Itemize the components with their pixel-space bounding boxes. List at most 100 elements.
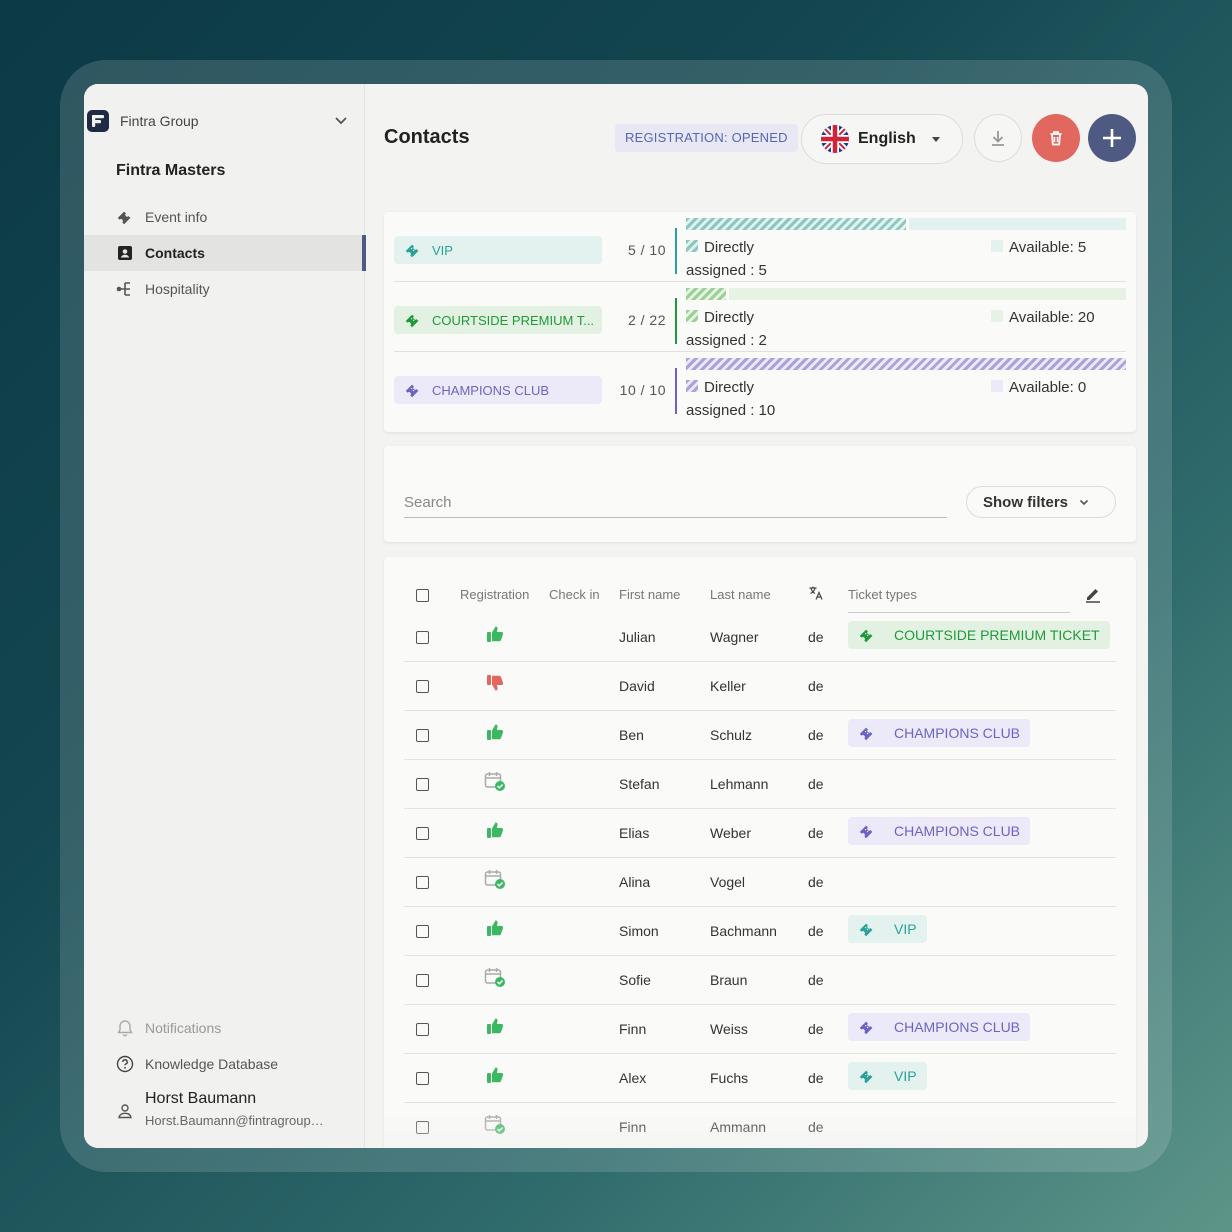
ticket-type-label: CHAMPIONS CLUB [894,725,1021,741]
ticket-type-pill[interactable]: VIP [394,236,602,264]
trash-icon [1050,131,1062,146]
cell-last-name: Braun [710,972,748,988]
sidebar-item-label: Notifications [145,1020,222,1036]
main-content: Contacts REGISTRATION: OPENED English VI… [366,84,1148,1148]
row-checkbox[interactable] [416,1023,429,1036]
legend-directly-assigned: Directly assigned : 2 [686,306,846,352]
column-header-checkin[interactable]: Check in [549,587,600,602]
table-row[interactable]: Finn Ammann de [404,1103,1116,1148]
ticket-progress-assigned [686,358,1126,370]
legend-swatch [991,310,1003,322]
ticket-allocation-card: VIP 5 / 10 Directly assigned : 5 Available: … [384,212,1136,432]
legend-available: Available: 0 [991,376,1086,399]
legend-available: Available: 5 [991,236,1086,259]
ticket-divider [675,368,677,414]
cell-language: de [808,1070,824,1086]
search-input[interactable] [404,488,947,518]
row-checkbox[interactable] [416,631,429,644]
legend-swatch [686,310,698,322]
legend-available-label: Available: 0 [1009,379,1087,396]
chevron-down-icon[interactable] [333,112,349,128]
bell-icon [116,1019,134,1037]
legend-available: Available: 20 [991,306,1095,329]
row-checkbox[interactable] [416,1121,429,1134]
ticket-type-pill[interactable]: CHAMPIONS CLUB [394,376,602,404]
ticket-type-name: COURTSIDE PREMIUM T... [432,312,595,328]
ticket-type-badge[interactable]: CHAMPIONS CLUB [848,817,1031,845]
legend-available-label: Available: 20 [1009,309,1095,326]
cell-last-name: Keller [710,678,746,694]
ticket-type-badge[interactable]: CHAMPIONS CLUB [848,1013,1031,1041]
ticket-type-pill[interactable]: COURTSIDE PREMIUM T... [394,306,602,334]
row-checkbox[interactable] [416,1072,429,1085]
row-checkbox[interactable] [416,974,429,987]
ticket-type-badge[interactable]: VIP [848,1062,927,1090]
sidebar-item-contacts[interactable]: Contacts [84,235,366,271]
sidebar-item-event-info[interactable]: Event info [84,199,365,235]
app-window: Fintra Group Fintra Masters Event info C… [84,84,1148,1148]
table-row[interactable]: Julian Wagner de COURTSIDE PREMIUM TICKET [404,613,1116,662]
legend-assigned-label: assigned : 2 [686,332,767,349]
show-filters-button[interactable]: Show filters [966,486,1116,518]
sidebar-item-label: Knowledge Database [145,1056,279,1072]
ticket-type-badge[interactable]: CHAMPIONS CLUB [848,719,1031,747]
row-checkbox[interactable] [416,925,429,938]
add-contact-button[interactable] [1088,114,1136,162]
table-row[interactable]: Sofie Braun de [404,956,1116,1005]
sidebar-item-label: Contacts [145,245,205,261]
language-selector[interactable]: English [801,114,963,164]
column-header-ticket-types[interactable]: Ticket types [848,587,917,602]
cell-first-name: Julian [619,629,656,645]
ticket-type-label: CHAMPIONS CLUB [894,823,1021,839]
delete-button[interactable] [1032,114,1080,162]
contact-card-icon [116,244,134,262]
cell-first-name: Alex [619,1070,647,1086]
translate-icon[interactable] [808,585,824,601]
table-row[interactable]: David Keller de [404,662,1116,711]
ticket-count: 10 / 10 [619,382,666,398]
org-switcher[interactable]: Fintra Group [84,108,365,134]
ticket-type-row: CHAMPIONS CLUB 10 / 10 Directly assigned : … [394,352,1126,422]
row-checkbox[interactable] [416,729,429,742]
table-row[interactable]: Ben Schulz de CHAMPIONS CLUB [404,711,1116,760]
row-checkbox[interactable] [416,827,429,840]
ticket-type-name: CHAMPIONS CLUB [432,382,550,398]
row-checkbox[interactable] [416,680,429,693]
ticket-type-row: VIP 5 / 10 Directly assigned : 5 Available: … [394,212,1126,282]
sidebar-item-notifications[interactable]: Notifications [84,1010,365,1046]
ticket-icon [859,1070,873,1084]
ticket-icon [859,825,873,839]
column-header-first-name[interactable]: First name [619,587,680,602]
sidebar-item-knowledge-database[interactable]: Knowledge Database [84,1046,365,1082]
pencil-icon[interactable] [1084,585,1102,603]
ticket-type-label: VIP [894,921,917,937]
legend-directly-label: Directly [704,309,755,326]
fintra-logo-icon [87,110,109,132]
hierarchy-icon [116,280,134,298]
table-row[interactable]: Elias Weber de CHAMPIONS CLUB [404,809,1116,858]
cell-last-name: Lehmann [710,776,769,792]
cell-first-name: Finn [619,1021,647,1037]
ticket-type-badge[interactable]: COURTSIDE PREMIUM TICKET [848,621,1110,649]
row-checkbox[interactable] [416,778,429,791]
ticket-icon [405,384,419,398]
calendar-check-icon [484,1115,505,1134]
table-row[interactable]: Finn Weiss de CHAMPIONS CLUB [404,1005,1116,1054]
select-all-checkbox[interactable] [416,589,429,602]
column-header-registration[interactable]: Registration [460,587,529,602]
table-row[interactable]: Simon Bachmann de VIP [404,907,1116,956]
row-checkbox[interactable] [416,876,429,889]
thumbs-up-icon [487,822,504,838]
table-row[interactable]: Alina Vogel de [404,858,1116,907]
sidebar-item-hospitality[interactable]: Hospitality [84,271,365,307]
download-button[interactable] [974,114,1022,162]
ticket-type-badge[interactable]: VIP [848,915,927,943]
cell-language: de [808,1021,824,1037]
table-row[interactable]: Alex Fuchs de VIP [404,1054,1116,1103]
ticket-icon [859,1021,873,1035]
table-row[interactable]: Stefan Lehmann de [404,760,1116,809]
legend-directly-assigned: Directly assigned : 5 [686,236,846,282]
column-header-last-name[interactable]: Last name [710,587,771,602]
sidebar-bottom: Notifications Knowledge Database [84,1010,365,1082]
cell-first-name: Sofie [619,972,651,988]
